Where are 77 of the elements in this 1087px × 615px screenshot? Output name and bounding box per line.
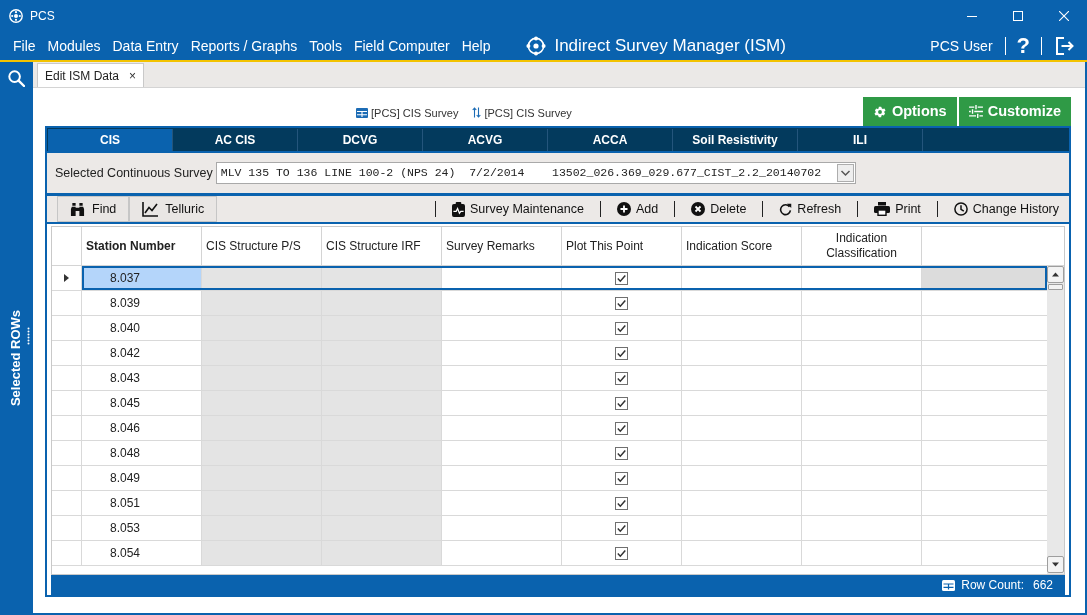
menu-item[interactable]: Tools	[303, 35, 348, 57]
table-cell: 8.037	[82, 266, 202, 290]
binoculars-icon	[70, 201, 85, 217]
menu-item[interactable]: Reports / Graphs	[184, 35, 304, 57]
maximize-icon[interactable]	[1013, 11, 1023, 21]
source-link[interactable]: [PCS] CIS Survey	[371, 104, 459, 121]
column-header[interactable]: Plot This Point	[566, 238, 644, 254]
toolbar-button[interactable]: Print	[874, 199, 921, 219]
checkbox[interactable]	[615, 496, 628, 510]
x-circle-icon	[691, 202, 706, 216]
scrollbar-thumb[interactable]	[1048, 284, 1063, 290]
options-button[interactable]: Options	[862, 97, 957, 126]
help-button[interactable]: ?	[1016, 35, 1030, 57]
logout-icon[interactable]	[1054, 36, 1074, 56]
checkbox[interactable]	[615, 521, 628, 535]
menu-item[interactable]: File	[7, 35, 42, 57]
column-header[interactable]: Station Number	[86, 238, 176, 254]
toolbar-button[interactable]: Add	[616, 199, 659, 219]
column-header[interactable]: CIS Structure P/S	[206, 238, 301, 254]
user-name[interactable]: PCS User	[930, 35, 993, 57]
checkbox[interactable]	[615, 271, 628, 285]
search-icon[interactable]	[8, 70, 25, 87]
column-header[interactable]: Indication Classification	[806, 231, 917, 261]
customize-button[interactable]: Customize	[958, 97, 1071, 126]
source-link[interactable]: [PCS] CIS Survey	[484, 104, 572, 121]
app-title: Indirect Survey Manager (ISM)	[554, 35, 786, 58]
row-count-label: Row Count:	[961, 577, 1024, 594]
side-panel-label[interactable]: Selected ROWs	[9, 309, 22, 407]
checkbox[interactable]	[615, 421, 628, 435]
clock-icon	[953, 202, 968, 216]
find-button[interactable]: Find	[57, 196, 130, 222]
scroll-up-icon[interactable]	[1047, 266, 1064, 283]
survey-dropdown[interactable]: MLV 135 TO 136 LINE 100-2 (NPS 24) 7/2/2014 13502_026.369_029.677_CIST_2.2_20140702	[215, 162, 856, 184]
row-count-value: 662	[1032, 577, 1053, 594]
tab-close-button[interactable]: ×	[129, 69, 137, 82]
menu-item[interactable]: Data Entry	[106, 35, 185, 57]
grid-icon	[942, 579, 956, 591]
checkbox[interactable]	[615, 471, 628, 485]
checkbox[interactable]	[615, 546, 628, 560]
survey-selector-label: Selected Continuous Survey	[55, 164, 213, 182]
row-pointer-icon	[64, 274, 69, 282]
table-icon	[356, 107, 368, 118]
line-chart-icon	[142, 201, 159, 217]
column-header[interactable]: CIS Structure IRF	[326, 238, 421, 254]
column-header[interactable]: Survey Remarks	[446, 238, 535, 254]
clipboard-pulse-icon	[452, 201, 465, 217]
checkbox[interactable]	[615, 321, 628, 335]
checkbox[interactable]	[615, 346, 628, 360]
sliders-icon	[968, 105, 983, 118]
toolbar-button[interactable]: Delete	[691, 199, 747, 219]
checkbox[interactable]	[615, 371, 628, 385]
updown-arrows-icon	[472, 107, 482, 119]
column-header[interactable]: Indication Score	[686, 238, 773, 254]
survey-tab[interactable]: CIS	[48, 129, 173, 151]
checkbox[interactable]	[615, 296, 628, 310]
minimize-icon[interactable]	[967, 15, 977, 17]
menu-item[interactable]: Modules	[41, 35, 107, 57]
plus-circle-icon	[616, 202, 631, 216]
refresh-icon	[779, 202, 793, 216]
checkbox[interactable]	[615, 446, 628, 460]
menu-item[interactable]: Help	[455, 35, 497, 57]
gear-icon	[872, 104, 887, 119]
close-icon[interactable]	[1059, 11, 1069, 21]
checkbox[interactable]	[615, 396, 628, 410]
toolbar-button[interactable]: Survey Maintenance	[452, 199, 584, 219]
grip-icon[interactable]	[27, 326, 30, 345]
printer-icon	[874, 202, 891, 216]
scroll-down-icon[interactable]	[1047, 556, 1064, 573]
toolbar-button[interactable]: Refresh	[779, 199, 842, 219]
document-tab[interactable]: Edit ISM Data ×	[37, 63, 145, 87]
app-logo-icon	[9, 9, 23, 23]
window-title: PCS	[30, 8, 55, 25]
circle-nodes-icon	[526, 36, 547, 56]
menu-item[interactable]: Field Computer	[347, 35, 456, 57]
caret-icon[interactable]	[836, 164, 854, 182]
telluric-button[interactable]: Telluric	[129, 196, 218, 222]
toolbar-button[interactable]: Change History	[953, 199, 1059, 219]
